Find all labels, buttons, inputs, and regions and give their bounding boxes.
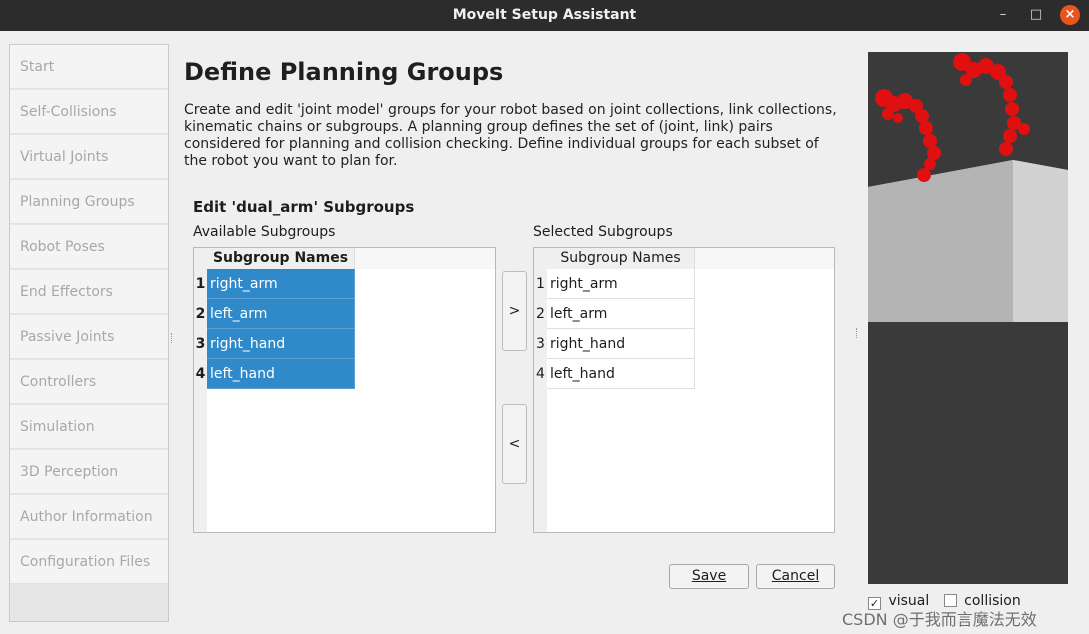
subgroup-cell[interactable]: right_arm: [547, 269, 695, 299]
table-row[interactable]: 2 left_arm: [534, 299, 695, 329]
subgroup-cell[interactable]: right_hand: [547, 329, 695, 359]
available-subgroups-label: Available Subgroups: [193, 224, 336, 240]
table-side-face: [1013, 160, 1068, 322]
table-row[interactable]: 2 left_arm: [194, 299, 355, 329]
table-row[interactable]: 1 right_arm: [194, 269, 355, 299]
window-title: MoveIt Setup Assistant: [452, 7, 637, 23]
save-button-label: Save: [691, 568, 727, 584]
page-title: Define Planning Groups: [184, 58, 504, 86]
subgroup-cell[interactable]: left_arm: [547, 299, 695, 329]
watermark: CSDN @于我而言魔法无效: [842, 610, 1037, 629]
subgroup-cell[interactable]: left_hand: [547, 359, 695, 389]
close-icon[interactable]: ×: [1060, 5, 1080, 25]
cancel-button-label: Cancel: [771, 568, 820, 584]
row-number: 1: [194, 269, 207, 299]
sidebar-nav: Start Self-Collisions Virtual Joints Pla…: [9, 44, 169, 622]
add-subgroup-button[interactable]: >: [502, 271, 527, 351]
section-title: Edit 'dual_arm' Subgroups: [193, 198, 415, 216]
row-number: 4: [194, 359, 207, 389]
table-corner: [534, 248, 547, 269]
sidebar-item-controllers[interactable]: Controllers: [10, 360, 168, 404]
subgroup-cell[interactable]: left_hand: [207, 359, 355, 389]
robot-right-arm: [953, 53, 1030, 156]
row-number: 1: [534, 269, 547, 299]
sidebar-item-simulation[interactable]: Simulation: [10, 405, 168, 449]
page-description: Create and edit 'joint model' groups for…: [184, 102, 837, 169]
selected-subgroups-table[interactable]: Subgroup Names 1 right_arm 2 left_arm 3 …: [533, 247, 835, 533]
subgroup-cell[interactable]: right_hand: [207, 329, 355, 359]
table-row[interactable]: 4 left_hand: [194, 359, 355, 389]
row-number: 4: [534, 359, 547, 389]
splitter-handle-right[interactable]: [856, 328, 858, 338]
subgroup-cell[interactable]: right_arm: [207, 269, 355, 299]
sidebar-item-robot-poses[interactable]: Robot Poses: [10, 225, 168, 269]
robot-scene: [868, 53, 1068, 322]
row-number: 2: [194, 299, 207, 329]
maximize-icon[interactable]: □: [1026, 5, 1046, 25]
sidebar-item-end-effectors[interactable]: End Effectors: [10, 270, 168, 314]
row-number: 2: [534, 299, 547, 329]
column-header-subgroup-names[interactable]: Subgroup Names: [547, 248, 695, 269]
selected-subgroups-label: Selected Subgroups: [533, 224, 673, 240]
row-number: 3: [194, 329, 207, 359]
table-row[interactable]: 3 right_hand: [194, 329, 355, 359]
sidebar-item-author-information[interactable]: Author Information: [10, 495, 168, 539]
table-row[interactable]: 4 left_hand: [534, 359, 695, 389]
cancel-button[interactable]: Cancel: [756, 564, 835, 589]
table-row[interactable]: 1 right_arm: [534, 269, 695, 299]
header-filler: [355, 248, 495, 269]
save-button[interactable]: Save: [669, 564, 749, 589]
row-number: 3: [534, 329, 547, 359]
window-titlebar: MoveIt Setup Assistant – □ ×: [0, 0, 1089, 31]
header-filler: [695, 248, 834, 269]
table-corner: [194, 248, 207, 269]
table-row[interactable]: 3 right_hand: [534, 329, 695, 359]
sidebar-item-start[interactable]: Start: [10, 45, 168, 89]
robot-left-arm: [875, 89, 941, 182]
sidebar-item-passive-joints[interactable]: Passive Joints: [10, 315, 168, 359]
remove-subgroup-button[interactable]: <: [502, 404, 527, 484]
sidebar-item-configuration-files[interactable]: Configuration Files: [10, 540, 168, 584]
minimize-icon[interactable]: –: [993, 5, 1013, 25]
table-front-face: [868, 160, 1013, 322]
available-subgroups-table[interactable]: Subgroup Names 1 right_arm 2 left_arm 3 …: [193, 247, 496, 533]
subgroup-cell[interactable]: left_arm: [207, 299, 355, 329]
column-header-subgroup-names[interactable]: Subgroup Names: [207, 248, 355, 269]
sidebar-item-3d-perception[interactable]: 3D Perception: [10, 450, 168, 494]
sidebar-item-virtual-joints[interactable]: Virtual Joints: [10, 135, 168, 179]
sidebar-item-self-collisions[interactable]: Self-Collisions: [10, 90, 168, 134]
splitter-handle-left[interactable]: [171, 333, 173, 343]
sidebar-item-planning-groups[interactable]: Planning Groups: [10, 180, 168, 224]
robot-3d-viewport[interactable]: [868, 52, 1068, 584]
